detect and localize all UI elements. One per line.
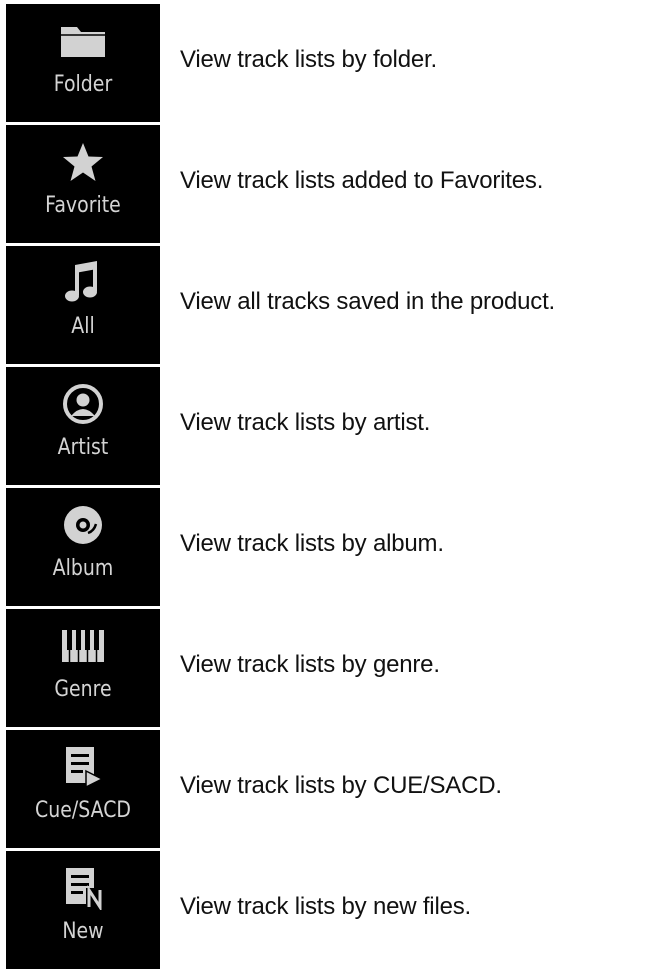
- tile-label: Cue/SACD: [35, 798, 131, 823]
- tile-label: Artist: [57, 435, 109, 460]
- menu-row-favorite[interactable]: Favorite View track lists added to Favor…: [0, 125, 668, 243]
- menu-row-genre[interactable]: Genre View track lists by genre.: [0, 609, 668, 727]
- tile-label: Genre: [54, 677, 112, 702]
- artist-tile-button[interactable]: Artist: [6, 367, 160, 485]
- list-new-icon: [6, 865, 160, 911]
- list-play-icon: [6, 744, 160, 790]
- folder-tile-button[interactable]: Folder: [6, 4, 160, 122]
- menu-row-folder[interactable]: Folder View track lists by folder.: [0, 4, 668, 122]
- row-description: View track lists by folder.: [180, 46, 437, 73]
- menu-row-album[interactable]: Album View track lists by album.: [0, 488, 668, 606]
- tile-label: New: [62, 919, 104, 944]
- cue-sacd-tile-button[interactable]: Cue/SACD: [6, 730, 160, 848]
- menu-row-all[interactable]: All View all tracks saved in the product…: [0, 246, 668, 364]
- tile-label: Favorite: [45, 193, 121, 218]
- tile-label: Album: [52, 556, 114, 581]
- row-description: View track lists added to Favorites.: [180, 167, 544, 194]
- star-icon: [6, 139, 160, 185]
- album-tile-button[interactable]: Album: [6, 488, 160, 606]
- disc-icon: [6, 502, 160, 548]
- all-tile-button[interactable]: All: [6, 246, 160, 364]
- favorite-tile-button[interactable]: Favorite: [6, 125, 160, 243]
- new-tile-button[interactable]: New: [6, 851, 160, 969]
- person-icon: [6, 381, 160, 427]
- tile-label: All: [71, 314, 95, 339]
- row-description: View all tracks saved in the product.: [180, 288, 556, 315]
- row-description: View track lists by CUE/SACD.: [180, 772, 502, 799]
- folder-icon: [6, 18, 160, 64]
- music-note-icon: [6, 260, 160, 306]
- menu-row-new[interactable]: New View track lists by new files.: [0, 851, 668, 969]
- menu-row-cue-sacd[interactable]: Cue/SACD View track lists by CUE/SACD.: [0, 730, 668, 848]
- row-description: View track lists by album.: [180, 530, 444, 557]
- piano-keys-icon: [6, 623, 160, 669]
- menu-row-artist[interactable]: Artist View track lists by artist.: [0, 367, 668, 485]
- genre-tile-button[interactable]: Genre: [6, 609, 160, 727]
- row-description: View track lists by genre.: [180, 651, 440, 678]
- row-description: View track lists by new files.: [180, 893, 471, 920]
- row-description: View track lists by artist.: [180, 409, 431, 436]
- tile-label: Folder: [53, 72, 113, 97]
